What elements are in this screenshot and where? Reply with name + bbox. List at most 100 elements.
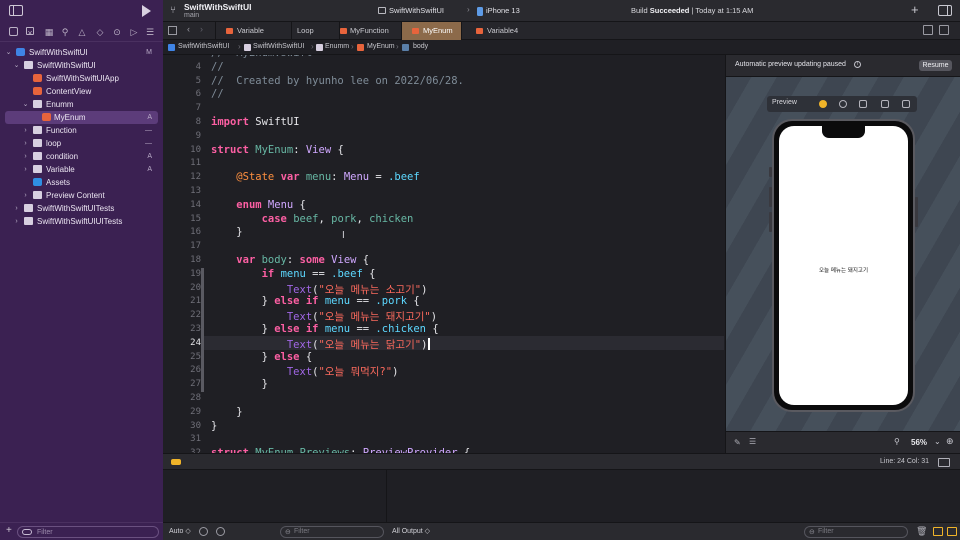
search-icon[interactable]: ⚲	[60, 27, 70, 37]
tree-item-group[interactable]: › Variable A	[5, 163, 158, 176]
trash-icon[interactable]: 🗑	[916, 526, 927, 537]
scheme-name[interactable]: SwiftWithSwiftUI	[389, 6, 444, 15]
breadcrumb-item[interactable]: Enumm	[325, 43, 349, 50]
editor-options-icon[interactable]	[923, 25, 933, 35]
tree-item-group[interactable]: ⌄ SwiftWithSwiftUI	[5, 59, 158, 72]
report-navigator-icon[interactable]: ☰	[145, 27, 155, 37]
pin-icon[interactable]: ✎	[734, 438, 741, 447]
add-file-icon[interactable]: +	[6, 526, 12, 536]
code-line[interactable]: }	[211, 406, 242, 418]
preview-label[interactable]: Preview	[772, 99, 797, 106]
code-line[interactable]: var body: some View {	[211, 254, 369, 266]
variables-view[interactable]	[163, 470, 387, 522]
device-settings-icon[interactable]	[881, 100, 889, 108]
tree-item-group[interactable]: › loop —	[5, 137, 158, 150]
code-line[interactable]: //	[211, 88, 224, 100]
disclosure-closed-icon[interactable]: ›	[13, 204, 20, 213]
code-line[interactable]: Text("오늘 뭐먹지?")	[211, 364, 399, 379]
disclosure-closed-icon[interactable]: ›	[22, 139, 29, 148]
forward-icon[interactable]: ›	[200, 24, 203, 34]
zoom-level[interactable]: 56%	[911, 438, 927, 447]
info-icon[interactable]	[216, 527, 225, 536]
output-select[interactable]: All Output ◇	[392, 527, 430, 535]
code-line[interactable]: import SwiftUI	[211, 116, 300, 128]
code-line[interactable]: //	[211, 61, 224, 73]
tab-variable[interactable]: Variable	[215, 22, 291, 40]
back-icon[interactable]: ‹	[187, 24, 190, 34]
tree-item-project[interactable]: ⌄ SwiftWithSwiftUI M	[5, 46, 158, 59]
code-line[interactable]: }	[211, 378, 268, 390]
variables-filter-field[interactable]: ⊖ Filter	[280, 526, 384, 538]
duplicate-preview-icon[interactable]	[902, 100, 910, 108]
info-icon[interactable]: i	[854, 61, 861, 68]
tree-item-file[interactable]: Assets	[5, 176, 158, 189]
chevron-down-icon[interactable]: ⌄	[934, 437, 941, 446]
filter-options-icon[interactable]	[22, 529, 32, 535]
breadcrumb-item[interactable]: MyEnum	[367, 43, 395, 50]
source-editor[interactable]: 3 4 5 6 7 8 9 10 11 12 13 14 15 16 17 18 19 20 21 22 23 24 25 2…	[163, 55, 724, 453]
folder-navigator-icon[interactable]	[9, 27, 18, 36]
inspector-toggle-icon[interactable]	[938, 5, 952, 16]
tree-item-group[interactable]: › SwiftWithSwiftUIUITests	[5, 215, 158, 228]
code-line[interactable]: Text("오늘 메뉴는 돼지고기")	[211, 309, 437, 324]
tree-item-group[interactable]: › condition A	[5, 150, 158, 163]
tree-item-file[interactable]: ContentView	[5, 85, 158, 98]
code-line[interactable]: case beef, pork, chicken	[211, 213, 414, 225]
split-left-icon[interactable]	[933, 527, 943, 536]
related-items-icon[interactable]	[168, 26, 177, 35]
zoom-in-icon[interactable]: ⊕	[946, 436, 954, 447]
disclosure-open-icon[interactable]: ⌄	[5, 48, 12, 57]
tree-item-group[interactable]: ⌄ Enumm	[5, 98, 158, 111]
split-right-icon[interactable]	[947, 527, 957, 536]
tab-variable4[interactable]: Variable4	[461, 22, 533, 40]
code-line[interactable]: if menu == .beef {	[211, 268, 376, 280]
device-name[interactable]: iPhone 13	[486, 6, 520, 15]
tree-item-group[interactable]: › Function —	[5, 124, 158, 137]
breadcrumb-item[interactable]: SwiftWithSwiftUI	[178, 43, 229, 50]
split-editor-icon[interactable]	[939, 25, 949, 35]
breadcrumb-item[interactable]: SwiftWithSwiftUI	[253, 43, 304, 50]
code-line[interactable]: Text("오늘 메뉴는 닭고기")	[211, 337, 428, 352]
debug-panel-icon[interactable]	[938, 458, 950, 467]
code-line[interactable]: // MyEnum.swift	[211, 55, 312, 59]
code-line[interactable]: // Created by hyunho lee on 2022/06/28.	[211, 75, 464, 87]
navigator-filter-field[interactable]: Filter	[17, 526, 159, 538]
phone-screen[interactable]: 오늘 메뉴는 돼지고기	[779, 126, 908, 405]
code-line[interactable]: struct MyEnum: View {	[211, 144, 344, 156]
code-line[interactable]: Text("오늘 메뉴는 소고기")	[211, 282, 428, 297]
tab-myfunction[interactable]: MyFunction	[339, 22, 401, 40]
list-icon[interactable]: ☰	[749, 437, 756, 446]
tree-item-group[interactable]: › Preview Content	[5, 189, 158, 202]
run-button[interactable]	[142, 5, 151, 17]
debug-area-toggle-icon[interactable]	[171, 459, 181, 465]
tree-item-group[interactable]: › SwiftWithSwiftUITests	[5, 202, 158, 215]
test-navigator-icon[interactable]: ◇	[95, 27, 105, 37]
sidebar-toggle-icon[interactable]	[9, 5, 23, 16]
tree-item-file[interactable]: SwiftWithSwiftUIApp	[5, 72, 158, 85]
issue-navigator-icon[interactable]: △	[77, 27, 87, 37]
branch-name[interactable]: main	[184, 12, 199, 19]
code-line[interactable]: @State var menu: Menu = .beef	[211, 171, 419, 183]
source-control-icon[interactable]: ×	[26, 27, 34, 38]
tab-myenum[interactable]: MyEnum	[401, 22, 461, 40]
code-line[interactable]: }	[211, 420, 217, 432]
disclosure-closed-icon[interactable]: ›	[22, 165, 29, 174]
live-preview-icon[interactable]	[819, 100, 827, 108]
tree-item-file-selected[interactable]: MyEnum A	[5, 111, 158, 124]
code-line[interactable]: } else {	[211, 351, 313, 363]
variables-scope-select[interactable]: Auto ◇	[169, 527, 191, 535]
debug-navigator-icon[interactable]: ⊙	[112, 27, 122, 37]
disclosure-closed-icon[interactable]: ›	[22, 152, 29, 161]
disclosure-closed-icon[interactable]: ›	[22, 126, 29, 135]
add-library-icon[interactable]: +	[911, 3, 919, 17]
disclosure-open-icon[interactable]: ⌄	[13, 61, 20, 70]
resume-button[interactable]: Resume	[919, 60, 952, 71]
scheme-selector[interactable]: SwiftWithSwiftUI › iPhone 13	[375, 4, 655, 18]
disclosure-open-icon[interactable]: ⌄	[22, 100, 29, 109]
selectable-mode-icon[interactable]	[839, 100, 847, 108]
code-line[interactable]: enum Menu {	[211, 199, 306, 211]
symbol-navigator-icon[interactable]: ▦	[44, 27, 54, 37]
breadcrumb-item[interactable]: body	[413, 43, 428, 50]
code-line[interactable]: } else if menu == .pork {	[211, 295, 420, 307]
tab-loop[interactable]: Loop	[291, 22, 339, 40]
